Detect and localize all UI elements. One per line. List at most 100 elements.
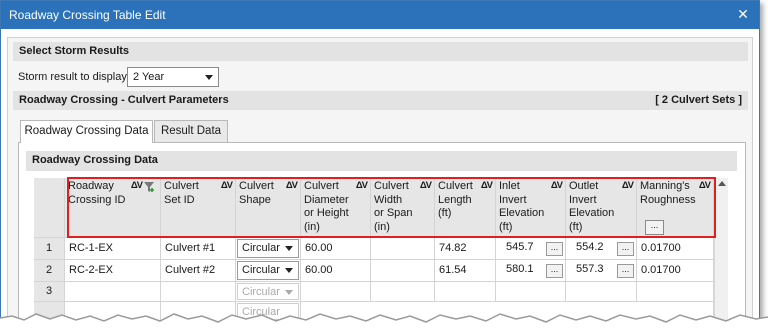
torn-edge xyxy=(0,313,768,332)
cell-width[interactable] xyxy=(371,282,435,302)
header-line: Width xyxy=(374,193,403,206)
shape-value: Circular xyxy=(242,286,280,298)
outlet-value: 557.3 xyxy=(576,263,604,275)
cell-set-id[interactable]: Culvert #1 xyxy=(161,238,236,260)
outlet-value: 554.2 xyxy=(576,241,604,253)
header-line: or Span xyxy=(374,207,413,219)
cell-inlet[interactable]: 580.1 ... xyxy=(496,260,566,282)
column-header-outlet[interactable]: Outlet Invert Elevation (ft) ΔV xyxy=(566,178,637,238)
sort-icon[interactable]: ΔV xyxy=(356,179,368,193)
tab-label: Roadway Crossing Data xyxy=(24,125,149,137)
cell-diameter[interactable] xyxy=(301,282,371,302)
cell-outlet[interactable]: 557.3 ... xyxy=(566,260,637,282)
outlet-edit-button[interactable]: ... xyxy=(617,242,634,256)
header-line: (in) xyxy=(374,220,390,233)
cell-outlet[interactable] xyxy=(566,282,637,302)
cell-shape[interactable]: Circular xyxy=(236,282,301,302)
inlet-value: 545.7 xyxy=(506,241,534,253)
row-number[interactable]: 3 xyxy=(34,282,65,302)
cell-roughness[interactable] xyxy=(637,282,714,302)
header-line: Shape xyxy=(239,193,271,206)
cell-set-id[interactable] xyxy=(161,282,236,302)
sort-icon[interactable]: ΔV xyxy=(551,179,563,193)
sort-icon[interactable]: ΔV xyxy=(131,179,143,193)
cell-set-id[interactable]: Culvert #2 xyxy=(161,260,236,282)
sort-icon[interactable]: ΔV xyxy=(286,179,298,193)
roughness-edit-button[interactable]: ... xyxy=(645,220,664,235)
title-bar: Roadway Crossing Table Edit ✕ xyxy=(1,1,759,29)
header-line: or Height xyxy=(304,207,349,219)
header-line: Roughness xyxy=(640,193,696,206)
scroll-up-icon[interactable] xyxy=(718,181,726,186)
cell-length[interactable]: 61.54 xyxy=(435,260,496,282)
header-line: Diameter xyxy=(304,193,349,206)
cell-roughness[interactable]: 0.01700 xyxy=(637,260,714,282)
chevron-down-icon xyxy=(285,246,293,251)
panel-section-header: Roadway Crossing Data xyxy=(26,151,737,171)
cell-width[interactable] xyxy=(371,238,435,260)
row-number[interactable]: 2 xyxy=(34,260,65,282)
column-header-crossing-id[interactable]: Roadway Crossing ID ΔV xyxy=(65,178,161,238)
tab-label: Result Data xyxy=(160,125,222,137)
cell-shape[interactable]: Circular xyxy=(236,238,301,260)
sort-icon[interactable]: ΔV xyxy=(699,179,711,193)
header-line: Set ID xyxy=(164,193,195,206)
storm-result-value: 2 Year xyxy=(133,71,165,83)
header-line: (ft) xyxy=(499,220,513,233)
cell-crossing-id[interactable]: RC-2-EX xyxy=(65,260,161,282)
tab-result-data[interactable]: Result Data xyxy=(154,120,228,142)
row-header-corner xyxy=(34,178,65,238)
cell-diameter[interactable]: 60.00 xyxy=(301,260,371,282)
storm-section-header: Select Storm Results xyxy=(13,42,748,61)
cell-roughness[interactable]: 0.01700 xyxy=(637,238,714,260)
storm-section-title: Select Storm Results xyxy=(19,45,130,57)
shape-dropdown[interactable]: Circular xyxy=(237,283,299,300)
header-line: Invert xyxy=(569,193,597,206)
cell-inlet[interactable] xyxy=(496,282,566,302)
shape-value: Circular xyxy=(242,242,280,254)
inlet-edit-button[interactable]: ... xyxy=(546,242,563,256)
inlet-value: 580.1 xyxy=(506,263,534,275)
cell-length[interactable] xyxy=(435,282,496,302)
culvert-section-header: Roadway Crossing - Culvert Parameters [ … xyxy=(13,91,748,110)
column-header-inlet[interactable]: Inlet Invert Elevation (ft) ΔV xyxy=(496,178,566,238)
cell-outlet[interactable]: 554.2 ... xyxy=(566,238,637,260)
column-header-roughness[interactable]: Manning's Roughness ΔV ... xyxy=(637,178,714,238)
tab-roadway-crossing-data[interactable]: Roadway Crossing Data xyxy=(20,120,153,143)
shape-value: Circular xyxy=(242,264,280,276)
sort-icon[interactable]: ΔV xyxy=(481,179,493,193)
header-line: Invert xyxy=(499,193,527,206)
column-header-diameter[interactable]: Culvert Diameter or Height (in) ΔV xyxy=(301,178,371,238)
header-line: Length xyxy=(438,193,472,206)
column-header-set-id[interactable]: Culvert Set ID ΔV xyxy=(161,178,236,238)
storm-result-dropdown[interactable]: 2 Year xyxy=(127,67,219,87)
shape-dropdown[interactable]: Circular xyxy=(237,261,299,280)
chevron-down-icon xyxy=(205,75,213,80)
close-icon[interactable]: ✕ xyxy=(733,4,753,24)
cell-width[interactable] xyxy=(371,260,435,282)
sort-icon[interactable]: ΔV xyxy=(420,179,432,193)
column-header-width[interactable]: Culvert Width or Span (in) ΔV xyxy=(371,178,435,238)
outlet-edit-button[interactable]: ... xyxy=(617,264,634,278)
cell-diameter[interactable]: 60.00 xyxy=(301,238,371,260)
shape-dropdown[interactable]: Circular xyxy=(237,239,299,258)
storm-result-label: Storm result to display: xyxy=(18,71,130,83)
sort-icon[interactable]: ΔV xyxy=(622,179,634,193)
chevron-down-icon xyxy=(285,290,293,295)
sort-icon[interactable]: ΔV xyxy=(221,179,233,193)
column-header-length[interactable]: Culvert Length (ft) ΔV xyxy=(435,178,496,238)
cell-crossing-id[interactable] xyxy=(65,282,161,302)
cell-shape[interactable]: Circular xyxy=(236,260,301,282)
panel-section-title: Roadway Crossing Data xyxy=(32,154,158,166)
cell-inlet[interactable]: 545.7 ... xyxy=(496,238,566,260)
filter-icon[interactable] xyxy=(143,181,155,193)
header-line: Elevation xyxy=(499,207,545,219)
row-number[interactable]: 1 xyxy=(34,238,65,260)
header-line: (ft) xyxy=(569,220,583,233)
header-line: Crossing ID xyxy=(68,193,126,206)
cell-crossing-id[interactable]: RC-1-EX xyxy=(65,238,161,260)
inlet-edit-button[interactable]: ... xyxy=(546,264,563,278)
window-title: Roadway Crossing Table Edit xyxy=(9,8,166,22)
cell-length[interactable]: 74.82 xyxy=(435,238,496,260)
column-header-shape[interactable]: Culvert Shape ΔV xyxy=(236,178,301,238)
